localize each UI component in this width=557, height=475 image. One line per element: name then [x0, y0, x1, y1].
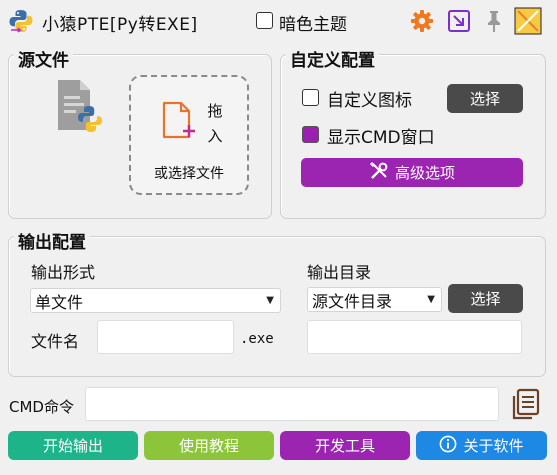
dev-tools-button[interactable]: 开发工具: [280, 431, 410, 460]
output-config-title: 输出配置: [14, 228, 90, 253]
python-logo-icon: [8, 8, 34, 34]
minimize-window-icon[interactable]: [445, 7, 473, 35]
output-format-label: 输出形式: [31, 263, 96, 282]
show-cmd-label[interactable]: 显示CMD窗口: [327, 123, 435, 148]
advanced-options-label: 高级选项: [394, 164, 455, 182]
custom-icon-checkbox[interactable]: [302, 89, 319, 106]
custom-config-title: 自定义配置: [286, 46, 379, 71]
copy-icon[interactable]: [510, 388, 542, 426]
close-icon[interactable]: [514, 7, 542, 35]
output-dir-value: 源文件目录: [312, 291, 393, 311]
select-dir-button[interactable]: 选择: [448, 284, 523, 313]
dark-theme-label[interactable]: 暗色主题: [279, 10, 347, 35]
about-button[interactable]: 关于软件: [416, 431, 547, 460]
start-output-button[interactable]: 开始输出: [8, 431, 138, 460]
gear-icon[interactable]: [408, 7, 436, 35]
pin-icon[interactable]: [480, 7, 508, 35]
output-format-select[interactable]: 单文件 ▼: [30, 288, 281, 313]
dark-theme-checkbox[interactable]: [256, 12, 273, 29]
chevron-down-icon: ▼: [427, 294, 435, 305]
advanced-options-button[interactable]: 高级选项: [301, 158, 523, 187]
exe-extension-label: .exe: [240, 331, 274, 347]
python-file-icon: [54, 78, 108, 138]
source-file-title: 源文件: [14, 46, 73, 71]
output-dir-label: 输出目录: [307, 263, 372, 282]
filename-label: 文件名: [31, 332, 80, 351]
file-drop-zone[interactable]: 拖入 或选择文件: [129, 75, 249, 195]
filename-input[interactable]: [97, 320, 234, 354]
output-dir-path-input[interactable]: [307, 320, 522, 354]
about-label: 关于软件: [463, 437, 524, 455]
tools-icon: [369, 161, 389, 185]
custom-icon-label[interactable]: 自定义图标: [327, 86, 412, 111]
tutorial-button[interactable]: 使用教程: [144, 431, 274, 460]
output-dir-select[interactable]: 源文件目录 ▼: [307, 287, 442, 312]
output-format-value: 单文件: [35, 292, 84, 312]
app-title: 小猿PTE[Py转EXE]: [42, 15, 198, 35]
choose-file-label[interactable]: 或选择文件: [131, 163, 247, 183]
info-icon: [439, 435, 457, 457]
add-file-icon: [161, 101, 197, 145]
show-cmd-checkbox[interactable]: [302, 126, 319, 143]
cmd-input[interactable]: [85, 387, 499, 421]
select-icon-button[interactable]: 选择: [447, 84, 523, 113]
drop-label: 拖入: [207, 102, 223, 145]
chevron-down-icon: ▼: [266, 295, 274, 306]
cmd-label: CMD命令: [9, 398, 74, 416]
